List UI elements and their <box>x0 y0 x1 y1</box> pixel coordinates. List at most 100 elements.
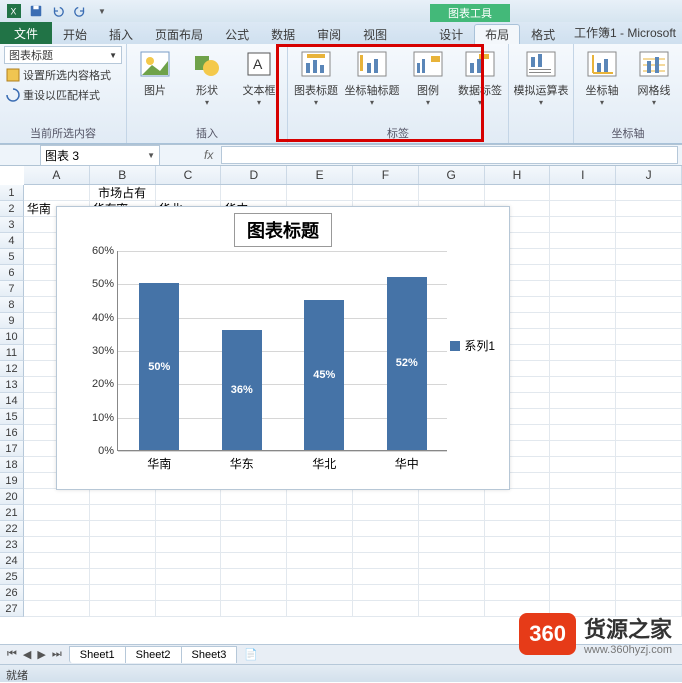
file-tab[interactable]: 文件 <box>0 22 52 44</box>
cell[interactable] <box>550 393 616 409</box>
cell[interactable] <box>156 585 222 601</box>
redo-icon[interactable] <box>70 2 90 20</box>
cell[interactable] <box>616 265 682 281</box>
cell[interactable] <box>616 569 682 585</box>
cell[interactable] <box>24 537 90 553</box>
tab-data[interactable]: 数据 <box>260 24 306 44</box>
cell[interactable] <box>616 329 682 345</box>
cell[interactable] <box>156 601 222 617</box>
row-header[interactable]: 5 <box>0 249 24 265</box>
cell[interactable] <box>550 201 616 217</box>
col-header[interactable]: E <box>287 166 353 184</box>
row-header[interactable]: 8 <box>0 297 24 313</box>
tab-design[interactable]: 设计 <box>428 24 474 44</box>
cell[interactable] <box>90 489 156 505</box>
cell[interactable] <box>353 537 419 553</box>
cell[interactable] <box>485 505 551 521</box>
row-header[interactable]: 19 <box>0 473 24 489</box>
row-header[interactable]: 7 <box>0 281 24 297</box>
cell[interactable] <box>419 585 485 601</box>
cell[interactable] <box>550 233 616 249</box>
cell[interactable] <box>156 489 222 505</box>
row-header[interactable]: 11 <box>0 345 24 361</box>
cell[interactable] <box>550 425 616 441</box>
cell[interactable] <box>616 505 682 521</box>
cell[interactable] <box>485 585 551 601</box>
cell[interactable] <box>616 553 682 569</box>
cell[interactable] <box>221 537 287 553</box>
col-header[interactable]: G <box>419 166 485 184</box>
cell[interactable] <box>156 521 222 537</box>
cell[interactable] <box>550 297 616 313</box>
cell[interactable] <box>550 441 616 457</box>
cell[interactable] <box>221 505 287 521</box>
col-header[interactable]: B <box>90 166 156 184</box>
cell[interactable] <box>24 569 90 585</box>
col-header[interactable]: A <box>24 166 90 184</box>
row-header[interactable]: 4 <box>0 233 24 249</box>
cell[interactable] <box>24 601 90 617</box>
cell[interactable] <box>287 537 353 553</box>
cell[interactable] <box>24 185 90 201</box>
cell[interactable] <box>616 297 682 313</box>
cell[interactable] <box>485 489 551 505</box>
row-header[interactable]: 6 <box>0 265 24 281</box>
cell[interactable] <box>90 585 156 601</box>
cell[interactable] <box>419 537 485 553</box>
cell[interactable] <box>616 457 682 473</box>
row-header[interactable]: 13 <box>0 377 24 393</box>
row-header[interactable]: 3 <box>0 217 24 233</box>
cell[interactable] <box>353 601 419 617</box>
cell[interactable] <box>419 601 485 617</box>
cell[interactable] <box>24 553 90 569</box>
cell[interactable] <box>221 553 287 569</box>
cell[interactable] <box>419 521 485 537</box>
reset-match-style-button[interactable]: 重设以匹配样式 <box>4 86 122 104</box>
cell[interactable] <box>24 489 90 505</box>
cell[interactable] <box>616 425 682 441</box>
bar[interactable]: 52% <box>387 277 427 450</box>
cell[interactable] <box>485 537 551 553</box>
tab-layout[interactable]: 布局 <box>474 24 520 44</box>
cell[interactable] <box>353 569 419 585</box>
cell[interactable] <box>221 569 287 585</box>
row-header[interactable]: 20 <box>0 489 24 505</box>
cell[interactable] <box>156 569 222 585</box>
cell[interactable] <box>90 521 156 537</box>
cell[interactable] <box>156 553 222 569</box>
save-icon[interactable] <box>26 2 46 20</box>
cell[interactable] <box>616 185 682 201</box>
cell[interactable] <box>485 569 551 585</box>
cell[interactable] <box>287 521 353 537</box>
cell[interactable] <box>550 409 616 425</box>
cell[interactable] <box>287 553 353 569</box>
cell[interactable] <box>616 409 682 425</box>
cell[interactable] <box>287 569 353 585</box>
cell[interactable] <box>24 585 90 601</box>
format-selection-button[interactable]: 设置所选内容格式 <box>4 66 122 84</box>
cell[interactable] <box>616 537 682 553</box>
cell[interactable] <box>616 249 682 265</box>
cell[interactable] <box>287 489 353 505</box>
undo-icon[interactable] <box>48 2 68 20</box>
cell[interactable] <box>353 553 419 569</box>
cell[interactable] <box>550 553 616 569</box>
cell[interactable]: 市场占有率 <box>90 185 156 201</box>
cell[interactable] <box>616 313 682 329</box>
sheet-nav-first-icon[interactable]: ⏮ <box>4 648 20 661</box>
cell[interactable] <box>550 217 616 233</box>
qat-dropdown-icon[interactable]: ▼ <box>92 2 112 20</box>
cell[interactable] <box>485 553 551 569</box>
row-header[interactable]: 22 <box>0 521 24 537</box>
col-header[interactable]: I <box>550 166 616 184</box>
cell[interactable] <box>550 457 616 473</box>
cell[interactable] <box>616 233 682 249</box>
tab-review[interactable]: 审阅 <box>306 24 352 44</box>
cell[interactable] <box>616 377 682 393</box>
cell[interactable] <box>616 473 682 489</box>
cell[interactable] <box>24 505 90 521</box>
row-header[interactable]: 17 <box>0 441 24 457</box>
sheet-nav-next-icon[interactable]: ▶ <box>34 648 48 661</box>
cell[interactable] <box>550 489 616 505</box>
col-header[interactable]: H <box>485 166 551 184</box>
